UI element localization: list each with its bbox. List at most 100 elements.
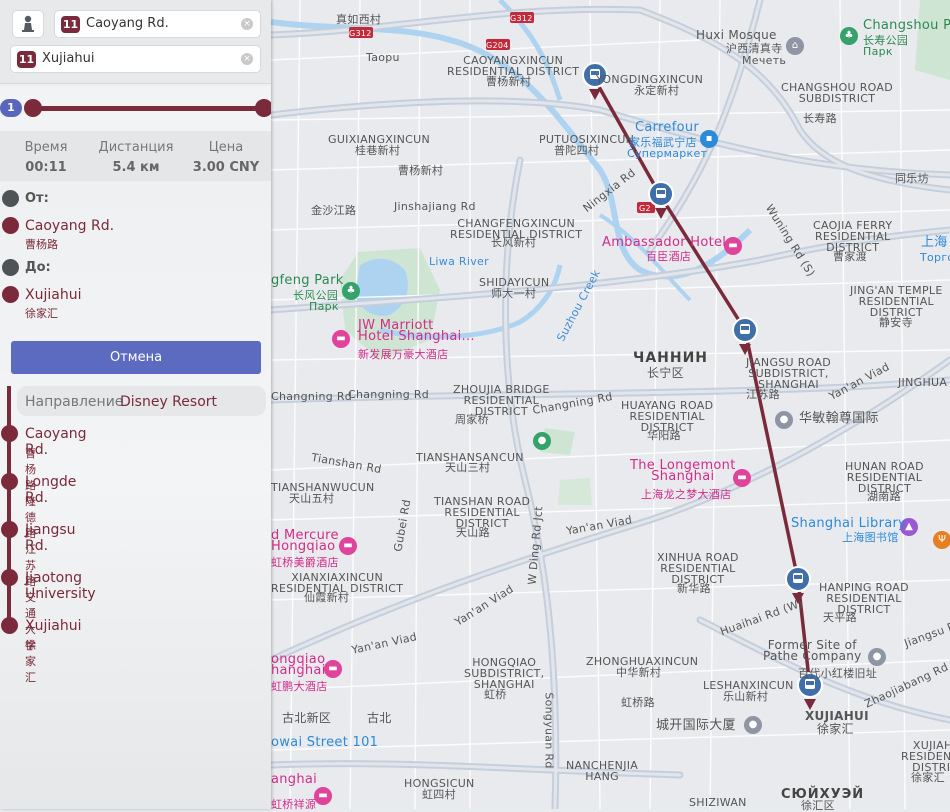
cancel-button[interactable]: Отмена <box>11 341 261 374</box>
map-label: 中华新村 <box>616 666 662 679</box>
map-label: Shanghai Library <box>791 516 907 531</box>
map-label: 天山五村 <box>289 492 335 505</box>
map-label: 徐汇区 <box>801 799 835 812</box>
map-label: 曹家渡 <box>833 250 867 263</box>
clear-from-icon[interactable]: × <box>241 18 253 30</box>
route-end-handle[interactable] <box>255 99 271 117</box>
map-label: CAOYANGXINCUN RESIDENTIAL DISTRICT <box>447 54 580 78</box>
map-label: 长宁区 <box>647 366 684 380</box>
map-label: 普陀四村 <box>554 144 600 157</box>
to-station-marker <box>2 286 19 303</box>
landmark-icon[interactable]: ● <box>775 411 793 429</box>
map-label: 江苏路 <box>746 388 780 401</box>
map-label: 湖南路 <box>867 490 901 503</box>
stop-marker <box>1 617 18 634</box>
price-label: Цена <box>208 140 244 155</box>
time-value: 00:11 <box>25 160 67 175</box>
map-label: Парк <box>309 300 339 313</box>
park-icon[interactable]: ♣ <box>342 282 360 300</box>
map-label: 沪西清真寺 <box>726 42 783 55</box>
map-label: XINHUA ROAD RESIDENTIAL DISTRICT <box>657 551 739 586</box>
from-station-input[interactable]: Caoyang Rd. <box>86 16 169 31</box>
map-label: 上海图书馆 <box>842 531 899 544</box>
map-base[interactable] <box>271 0 950 809</box>
stop-marker <box>1 521 18 538</box>
line-track <box>7 386 11 626</box>
map-label: Carrefour <box>635 120 700 135</box>
map-label: TIANSHAN ROAD RESIDENTIAL DISTRICT <box>434 495 531 530</box>
map-label: XUJIAHUI RESIDENTIAL DISTRICT <box>901 739 950 774</box>
to-station-input[interactable]: Xujiahui <box>42 51 94 66</box>
map-label: 新华路 <box>677 582 711 595</box>
map-label: Мечеть <box>742 54 787 67</box>
stop-marker <box>1 473 18 490</box>
shopping-icon[interactable]: ▪ <box>700 130 718 148</box>
hotel-icon[interactable]: ▬ <box>339 537 357 555</box>
map-label: 天山三村 <box>445 461 491 474</box>
landmark-icon[interactable]: ● <box>868 648 886 666</box>
from-station-field[interactable]: 11 Caoyang Rd. × <box>54 10 261 38</box>
stop-name-cn: 徐家汇 <box>25 639 36 684</box>
route-selector[interactable]: 1 <box>0 86 271 131</box>
map-label: ЧАННИН <box>633 350 709 366</box>
map-label: Huxi Mosque <box>696 28 777 42</box>
map-label: 金沙江路 <box>311 204 357 217</box>
road-label: Changning Rd <box>271 390 353 403</box>
map-label: 上海 <box>921 235 948 250</box>
map-label: Former Site of Pathe Company <box>763 638 862 663</box>
map-label: anghai <box>271 772 318 787</box>
to-line-badge: 11 <box>17 51 36 68</box>
from-station-name: Caoyang Rd. <box>25 218 115 234</box>
map-label: 虹四村 <box>422 788 456 801</box>
map-label: NANCHENJIA HANG <box>566 759 639 783</box>
landmark-icon[interactable]: ● <box>744 716 762 734</box>
map-label: 虹桥路 <box>621 696 655 709</box>
map-label: 长风新村 <box>491 236 537 249</box>
map-label: 曹杨新村 <box>398 164 444 177</box>
road-label: G312 <box>349 29 372 38</box>
direction-prefix: Направление <box>25 394 124 410</box>
map-label: 上海龙之梦大酒店 <box>641 488 732 501</box>
map-label: 师大一村 <box>491 287 537 300</box>
from-station-name-cn: 曹杨路 <box>25 238 58 251</box>
station-pin-jiangsu[interactable] <box>731 317 759 355</box>
price-value: 3.00 CNY <box>192 160 260 175</box>
hotel-icon[interactable]: ▬ <box>324 660 342 678</box>
map-label: 虹桥美爵酒店 <box>271 556 339 569</box>
map-label: SHIZIWAN <box>689 796 747 809</box>
time-label: Время <box>24 140 68 155</box>
map-label: 古北新区 <box>282 711 332 725</box>
hotel-icon[interactable]: ▬ <box>724 237 742 255</box>
map-label: 乐山新村 <box>723 690 769 703</box>
route-index-badge[interactable]: 1 <box>0 99 22 117</box>
to-station-field[interactable]: 11 Xujiahui × <box>10 45 261 73</box>
map-label: Changshou Park <box>863 18 950 33</box>
map-label: 曹杨新村 <box>486 75 532 88</box>
stop-marker <box>1 425 18 442</box>
hotel-icon[interactable]: ▬ <box>314 787 332 805</box>
clear-to-icon[interactable]: × <box>241 53 253 65</box>
from-label: От: <box>25 191 49 206</box>
person-icon <box>22 15 34 32</box>
map-label: 虹桥祥源 <box>271 798 317 811</box>
from-line-badge: 11 <box>61 16 80 33</box>
map-label: 徐家汇 <box>911 771 945 784</box>
mosque-icon[interactable]: ⌂ <box>786 37 804 55</box>
route-start-handle[interactable] <box>24 99 42 117</box>
distance-label: Дистанция <box>98 140 174 155</box>
map-label: 古北 <box>367 711 392 725</box>
map-label: JING'AN TEMPLE RESIDENTIAL DISTRICT <box>850 284 943 319</box>
restaurant-icon[interactable]: Ψ <box>933 531 950 549</box>
station-pin-longde[interactable] <box>647 181 675 219</box>
map-view[interactable]: ⌂ ♣ ▪ ▬ ♣ ▬ ● ● ▬ ▲ Ψ ▬ ● ▬ ● ▬ G312 G31… <box>271 0 950 812</box>
map-label: 天平路 <box>823 611 857 624</box>
hotel-icon[interactable]: ▬ <box>332 330 350 348</box>
activity-icon[interactable]: ● <box>533 432 551 450</box>
park-icon[interactable]: ♣ <box>840 27 858 45</box>
direction-name: Disney Resort <box>120 394 218 410</box>
map-label: Парк <box>863 45 893 58</box>
metro-map-button[interactable] <box>12 10 44 38</box>
map-label: 仙霞新村 <box>304 591 350 604</box>
map-label: Taopu <box>366 51 400 64</box>
road-label: Songyuan Rd <box>542 692 556 769</box>
